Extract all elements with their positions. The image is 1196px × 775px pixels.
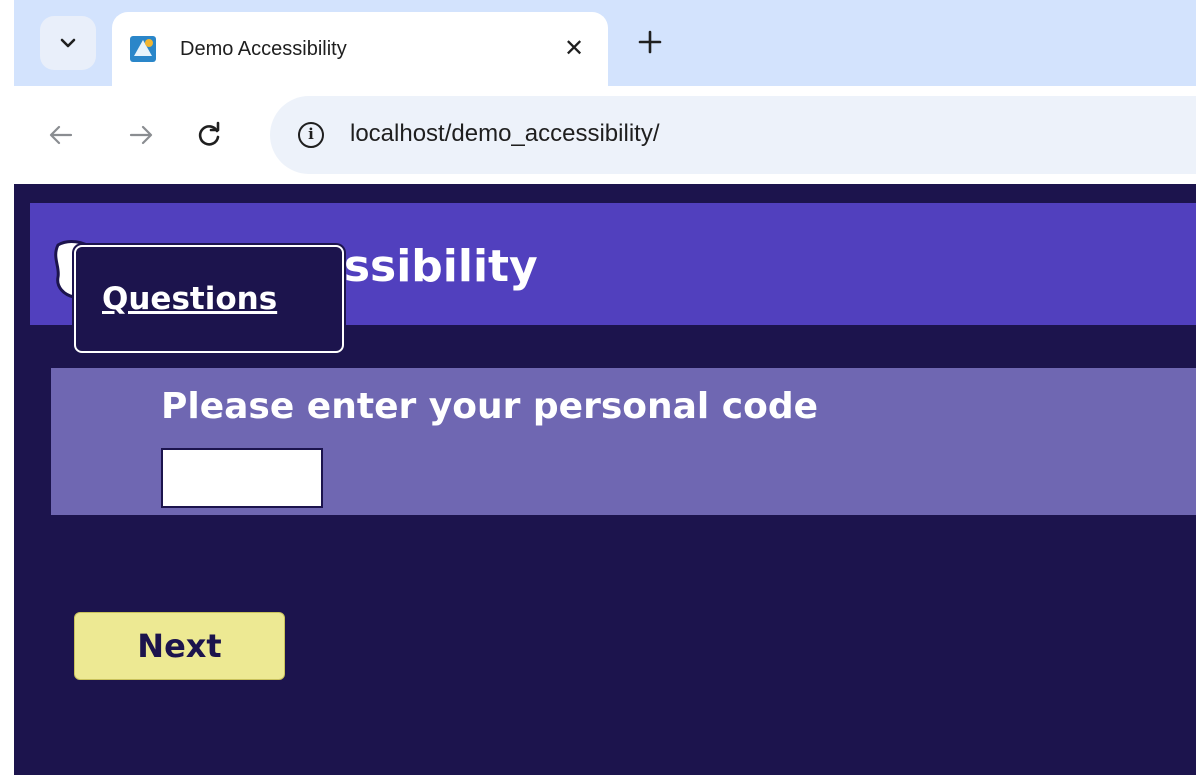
forward-button[interactable] (126, 120, 156, 150)
arrow-left-icon (49, 125, 73, 145)
arrow-right-icon (129, 125, 153, 145)
browser-tab-active[interactable]: Demo Accessibility ✕ (112, 12, 608, 86)
reload-button[interactable] (194, 120, 224, 150)
tab-title: Demo Accessibility (180, 38, 347, 60)
next-button[interactable]: Next (74, 612, 285, 680)
site-info-icon[interactable]: i (298, 122, 324, 148)
plus-icon (638, 30, 662, 54)
tab-search-button[interactable] (40, 16, 96, 70)
reload-icon (198, 121, 220, 146)
new-tab-button[interactable] (634, 26, 666, 58)
back-button[interactable] (46, 120, 76, 150)
personal-code-label: Please enter your personal code (161, 386, 819, 427)
site-favicon-icon (130, 36, 156, 62)
close-tab-icon[interactable]: ✕ (560, 34, 588, 62)
skip-link-container: Questions (74, 245, 344, 353)
browser-toolbar: i localhost/demo_accessibility/ (14, 86, 1196, 184)
personal-code-input[interactable] (161, 448, 323, 508)
address-bar[interactable]: i localhost/demo_accessibility/ (270, 96, 1196, 174)
url-text[interactable]: localhost/demo_accessibility/ (350, 120, 659, 148)
page-content: Demo Accessibility Questions Please ente… (14, 184, 1196, 775)
code-form-panel: Please enter your personal code (51, 368, 1196, 515)
questions-skip-link[interactable]: Questions (102, 281, 277, 317)
browser-tabstrip: Demo Accessibility ✕ (14, 0, 1196, 86)
chevron-down-icon (60, 38, 76, 48)
